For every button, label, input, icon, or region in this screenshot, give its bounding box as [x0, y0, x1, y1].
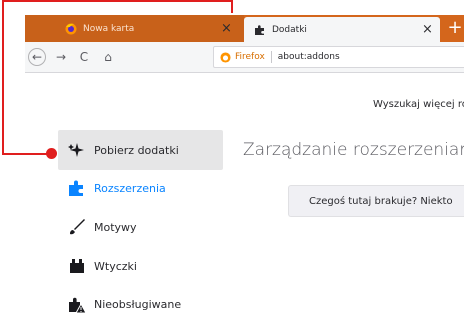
callout-line: [2, 0, 233, 2]
tab-addons[interactable]: Dodatki ×: [244, 17, 440, 42]
unsupported-icon: [69, 297, 86, 313]
callout-line: [2, 0, 4, 155]
close-icon[interactable]: ×: [422, 23, 433, 36]
page-title: Zarządzanie rozszerzeniami: [243, 140, 464, 160]
sidebar-item-label: Wtyczki: [94, 259, 137, 273]
url-text[interactable]: about:addons: [278, 52, 340, 62]
firefox-icon: [220, 51, 231, 63]
callout-marker: [46, 148, 57, 159]
sidebar-item-unsupported[interactable]: Nieobsługiwane: [58, 284, 223, 321]
sidebar-item-get-addons[interactable]: Pobierz dodatki: [58, 130, 223, 170]
url-separator: [270, 51, 272, 63]
callout-line: [231, 0, 233, 13]
back-button[interactable]: ←: [28, 48, 46, 66]
sidebar-item-plugins[interactable]: Wtyczki: [58, 246, 223, 286]
url-identity-label: Firefox: [235, 52, 265, 62]
sidebar-item-label: Nieobsługiwane: [94, 297, 182, 311]
plugin-icon: [70, 259, 84, 273]
missing-addons-notice: Czegoś tutaj brakuje? Niekto: [288, 185, 464, 217]
sidebar-item-label: Rozszerzenia: [94, 181, 166, 195]
firefox-icon: [65, 23, 77, 34]
sparkle-icon: [68, 143, 84, 157]
search-addons-label[interactable]: Wyszukaj więcej roz: [373, 99, 464, 110]
sidebar-item-extensions[interactable]: Rozszerzenia: [58, 168, 223, 208]
navigation-toolbar: ← → C ⌂ Firefox about:addons: [25, 42, 464, 73]
home-button[interactable]: ⌂: [99, 48, 117, 66]
sidebar-item-label: Pobierz dodatki: [94, 143, 179, 157]
callout-line: [2, 153, 52, 155]
url-bar[interactable]: Firefox about:addons: [213, 46, 464, 68]
tab-strip: Nowa karta × Dodatki × +: [25, 15, 464, 42]
puzzle-icon: [255, 24, 264, 35]
tab-new-tab[interactable]: Nowa karta ×: [25, 15, 244, 42]
sidebar-item-themes[interactable]: Motywy: [58, 207, 223, 247]
tab-title: Nowa karta: [83, 23, 135, 34]
close-icon[interactable]: ×: [221, 22, 232, 35]
notice-text: Czegoś tutaj brakuje? Niekto: [309, 195, 453, 207]
brush-icon: [70, 219, 85, 235]
addons-page: Wyszukaj więcej roz Pobierz dodatki Rozs…: [25, 74, 464, 321]
reload-button[interactable]: C: [75, 48, 93, 66]
forward-button[interactable]: →: [52, 48, 70, 66]
sidebar-item-label: Motywy: [94, 220, 137, 234]
new-tab-button[interactable]: +: [445, 18, 464, 38]
puzzle-icon: [69, 180, 83, 196]
tab-title: Dodatki: [272, 24, 307, 35]
